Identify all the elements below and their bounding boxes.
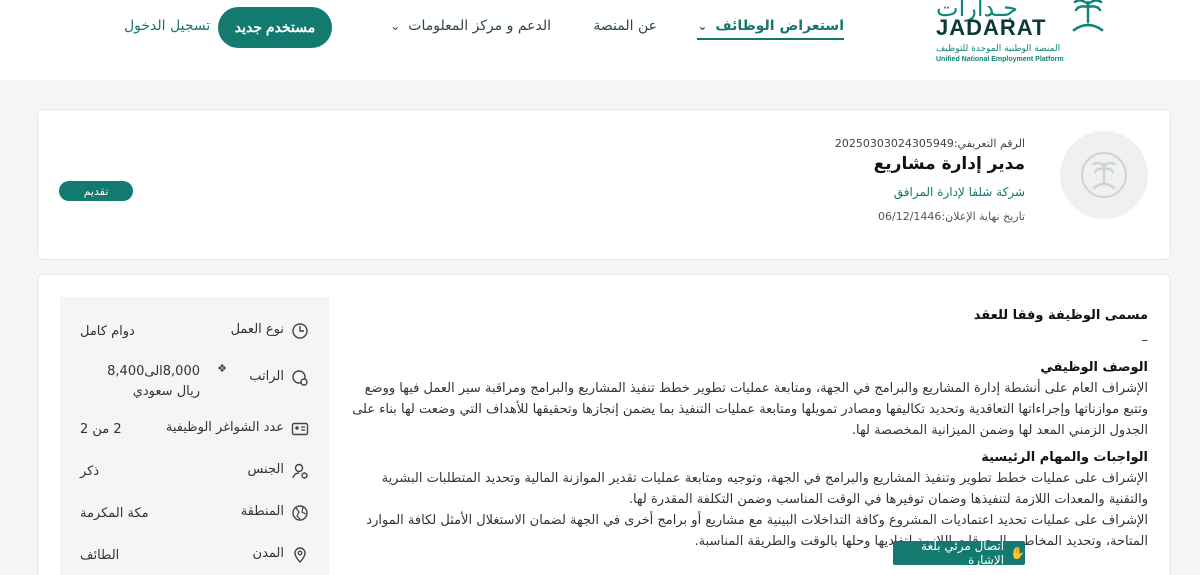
attribute-label: عدد الشواغر الوظيفية xyxy=(165,420,284,435)
apply-button[interactable]: تقديم xyxy=(59,181,133,201)
contract-title-heading: مسمى الوظيفة وفقا للعقد xyxy=(973,308,1148,323)
duty-item: الإشراف على عمليات خطط تطوير وتنفيذ المش… xyxy=(381,471,1148,507)
job-title: مدير إدارة مشاريع xyxy=(873,154,1025,174)
nav-support-label: الدعم و مركز المعلومات xyxy=(408,18,551,34)
attribute-salary: الراتب ❖ 8,000الى8,400 ريال سعودي xyxy=(80,359,309,407)
hand-sign-icon: ✋ xyxy=(1010,546,1025,560)
clock-icon xyxy=(292,323,308,339)
info-icon[interactable]: ❖ xyxy=(217,362,227,375)
id-card-icon xyxy=(291,422,309,436)
attribute-cities: المدن الطائف xyxy=(80,543,309,567)
duties-heading: الواجبات والمهام الرئيسية xyxy=(981,450,1148,465)
palm-swords-emblem-icon xyxy=(1072,0,1104,32)
jadarat-logo[interactable]: جـدارات JADARAT المنصة الوطنية الموحدة ل… xyxy=(936,0,1106,70)
logo-tagline-ar: المنصة الوطنية الموحدة للتوظيف xyxy=(936,44,1061,54)
contract-title-value: – xyxy=(1141,333,1149,348)
sign-language-label: اتصال مرئي بلغة الإشارة xyxy=(921,539,1005,567)
logo-tagline-en: Unified National Employment Platform xyxy=(936,56,1064,63)
map-icon xyxy=(292,505,308,521)
job-summary-card: الرقم التعريفي:20250303024305949 مدير إد… xyxy=(37,109,1171,260)
chevron-down-icon: ⌄ xyxy=(390,19,401,33)
attribute-work-type: نوع العمل دوام كامل xyxy=(80,319,309,343)
attribute-value: مكة المكرمة xyxy=(80,506,149,521)
attribute-label: المدن xyxy=(252,546,284,561)
attribute-label: الراتب xyxy=(249,369,284,384)
attribute-value: 8,000الى8,400 ريال سعودي xyxy=(107,364,200,399)
job-description-text: الإشراف العام على أنشطة إدارة المشاريع و… xyxy=(352,381,1148,438)
attribute-label: نوع العمل xyxy=(230,322,284,337)
announcement-deadline: تاريخ نهاية الإعلان:06/12/1446 xyxy=(878,210,1025,223)
company-logo xyxy=(1060,131,1148,219)
nav-browse-jobs[interactable]: استعراض الوظائف ⌄ xyxy=(697,18,844,40)
new-user-button[interactable]: مستخدم جديد xyxy=(218,7,332,48)
attribute-label: الجنس xyxy=(247,462,284,477)
job-description-heading: الوصف الوظيفي xyxy=(1040,360,1148,375)
job-description-section: مسمى الوظيفة وفقا للعقد – الوصف الوظيفي … xyxy=(348,305,1148,552)
attribute-label: المنطقة xyxy=(240,504,284,519)
money-icon xyxy=(292,370,308,386)
nav-about[interactable]: عن المنصة xyxy=(593,18,657,34)
attribute-vacancies: عدد الشواغر الوظيفية 2 من 2 xyxy=(80,417,309,441)
attribute-region: المنطقة مكة المكرمة xyxy=(80,501,309,525)
job-attributes-panel: نوع العمل دوام كامل الراتب ❖ 8,000الى8,4… xyxy=(60,297,329,575)
job-details-card: نوع العمل دوام كامل الراتب ❖ 8,000الى8,4… xyxy=(37,274,1171,575)
login-link[interactable]: تسجيل الدخول xyxy=(124,18,210,34)
top-header: جـدارات JADARAT المنصة الوطنية الموحدة ل… xyxy=(0,0,1200,80)
duty-item: الإشراف على عمليات تحديد اعتماديات المشر… xyxy=(366,513,1148,549)
sign-language-call-button[interactable]: ✋ اتصال مرئي بلغة الإشارة xyxy=(893,539,1025,567)
attribute-value: الطائف xyxy=(80,548,120,563)
nav-about-label: عن المنصة xyxy=(593,18,657,34)
company-name-link[interactable]: شركة شلفا لإدارة المرافق xyxy=(894,185,1025,199)
attribute-value: دوام كامل xyxy=(80,324,135,339)
placeholder-emblem-icon xyxy=(1081,152,1127,198)
nav-support[interactable]: الدعم و مركز المعلومات ⌄ xyxy=(390,18,551,34)
location-pin-icon xyxy=(294,547,306,563)
nav-browse-jobs-label: استعراض الوظائف xyxy=(715,18,844,34)
gender-icon xyxy=(292,463,308,479)
job-reference-number: الرقم التعريفي:20250303024305949 xyxy=(834,137,1025,150)
attribute-value: ذكر xyxy=(80,464,100,479)
chevron-down-icon: ⌄ xyxy=(697,19,708,33)
attribute-gender: الجنس ذكر xyxy=(80,459,309,483)
attribute-value: 2 من 2 xyxy=(80,422,122,437)
logo-english-text: JADARAT xyxy=(936,15,1047,40)
